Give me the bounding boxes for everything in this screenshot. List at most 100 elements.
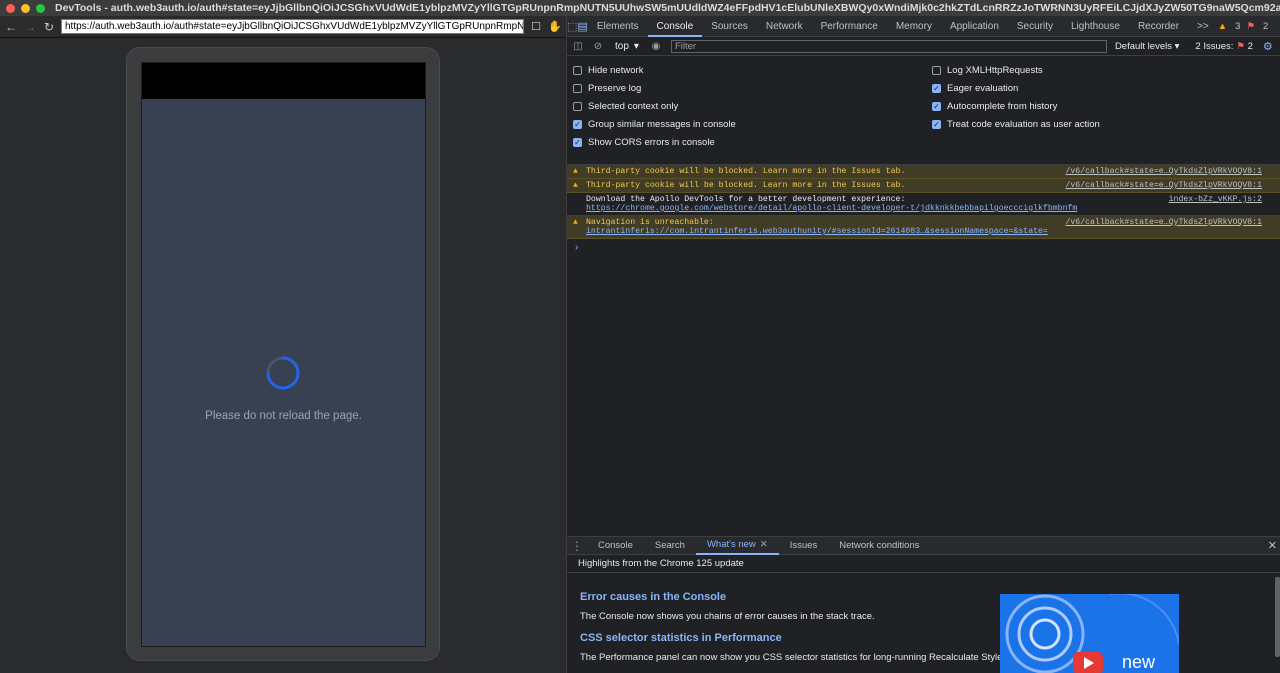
filter-input[interactable]: Filter bbox=[670, 39, 1107, 53]
chevron-down-icon: ▾ bbox=[1174, 40, 1180, 52]
issues-counter[interactable]: 2 Issues: ⚑ 2 bbox=[1195, 41, 1253, 52]
back-arrow-icon[interactable]: ← bbox=[4, 20, 18, 34]
checkbox-checked-icon: ✓ bbox=[932, 119, 941, 129]
log-levels-dropdown[interactable]: Default levels ▾ bbox=[1115, 41, 1179, 52]
whats-new-body: Error causes in the Console The Console … bbox=[567, 573, 1280, 673]
message-source-link[interactable]: /v6/callback#state=e…QyTkdsZlpVRkVOQV8:1 bbox=[1065, 181, 1262, 190]
hand-cursor-icon[interactable]: ✋ bbox=[548, 20, 562, 34]
devtools-counters[interactable]: ▲3 ⚑2 ⚙ ⋮ ✕ bbox=[1218, 21, 1280, 32]
message-source-link[interactable]: index-bZz_vKKP.js:2 bbox=[1169, 195, 1262, 204]
checkbox-checked-icon: ✓ bbox=[573, 137, 582, 147]
sidebar-toggle-icon[interactable]: ◫ bbox=[569, 38, 587, 55]
drawer-tab-console[interactable]: Console bbox=[587, 537, 644, 555]
chevron-down-icon: ▾ bbox=[633, 40, 639, 52]
console-message: ▲ Third-party cookie will be blocked. Le… bbox=[567, 165, 1280, 179]
console-message: ▲ Navigation is unreachable: intrantinfe… bbox=[567, 216, 1280, 239]
setting-label: Selected context only bbox=[588, 101, 679, 112]
tab-sources[interactable]: Sources bbox=[702, 16, 757, 37]
message-link[interactable]: intrantinferis://com.intrantinferis.web3… bbox=[586, 227, 1280, 236]
url-input[interactable]: https://auth.web3auth.io/auth#state=eyJj… bbox=[61, 19, 524, 34]
close-window-button[interactable] bbox=[6, 3, 15, 13]
drawer-tab-whats-new[interactable]: What's new ✕ bbox=[695, 537, 779, 555]
setting-label: Show CORS errors in console bbox=[588, 137, 715, 148]
console-message: ▲ Third-party cookie will be blocked. Le… bbox=[567, 179, 1280, 193]
tab-elements[interactable]: Elements bbox=[588, 16, 648, 37]
console-toolbar: ◫ ⊘ top ▾ ◉ Filter Default levels ▾ 2 Iss… bbox=[567, 37, 1280, 56]
window-controls bbox=[0, 3, 45, 13]
drawer-tab-search[interactable]: Search bbox=[644, 537, 696, 555]
checkbox-icon bbox=[573, 102, 582, 111]
device-screen: Please do not reload the page. bbox=[141, 62, 426, 647]
warning-icon: ▲ bbox=[573, 167, 578, 176]
console-prompt[interactable]: › bbox=[567, 239, 1280, 253]
message-text: Navigation is unreachable: bbox=[586, 218, 714, 227]
checkbox-checked-icon: ✓ bbox=[573, 119, 582, 129]
setting-group-similar[interactable]: ✓ Group similar messages in console bbox=[573, 119, 736, 130]
forward-arrow-icon[interactable]: → bbox=[23, 20, 37, 34]
setting-eager-eval[interactable]: ✓ Eager evaluation bbox=[932, 83, 1018, 94]
checkbox-icon bbox=[573, 84, 582, 93]
close-tab-icon[interactable]: ✕ bbox=[760, 539, 768, 550]
error-icon: ⚑ bbox=[1246, 20, 1255, 32]
loading-spinner-icon bbox=[266, 356, 300, 390]
extension-icon[interactable]: ☐ bbox=[529, 20, 543, 34]
console-settings-gear-icon[interactable]: ⚙ bbox=[1263, 40, 1273, 53]
setting-preserve-log[interactable]: Preserve log bbox=[573, 83, 641, 94]
more-tabs-button[interactable]: >> bbox=[1188, 16, 1218, 37]
thumbnail-text: new bbox=[1122, 652, 1156, 672]
message-text: Third-party cookie will be blocked. Lear… bbox=[586, 167, 906, 176]
tab-network[interactable]: Network bbox=[757, 16, 812, 37]
tab-console[interactable]: Console bbox=[647, 16, 703, 37]
tab-performance[interactable]: Performance bbox=[812, 16, 887, 37]
warning-icon: ▲ bbox=[573, 181, 578, 190]
devtools-tabbar: ⬚ ▤ Elements Console Sources Network Per… bbox=[567, 16, 1280, 37]
reload-message: Please do not reload the page. bbox=[205, 410, 362, 422]
console-settings: Hide network Preserve log Selected conte… bbox=[567, 56, 1280, 165]
tab-lighthouse[interactable]: Lighthouse bbox=[1062, 16, 1129, 37]
setting-selected-context[interactable]: Selected context only bbox=[573, 101, 678, 112]
tab-recorder[interactable]: Recorder bbox=[1129, 16, 1188, 37]
eye-icon[interactable]: ◉ bbox=[647, 38, 665, 55]
drawer-scrollbar[interactable] bbox=[1275, 577, 1280, 657]
setting-label: Preserve log bbox=[588, 83, 642, 94]
device-frame: Please do not reload the page. bbox=[126, 47, 440, 661]
checkbox-checked-icon: ✓ bbox=[932, 101, 941, 111]
address-bar: ← → ↻ https://auth.web3auth.io/auth#stat… bbox=[0, 16, 566, 38]
console-messages: ▲ Third-party cookie will be blocked. Le… bbox=[567, 165, 1280, 253]
maximize-window-button[interactable] bbox=[36, 3, 45, 13]
context-selector[interactable]: top ▾ bbox=[609, 41, 645, 52]
setting-hide-network[interactable]: Hide network bbox=[573, 65, 643, 76]
window-title: DevTools - auth.web3auth.io/auth#state=e… bbox=[55, 2, 1280, 14]
issues-count: 2 bbox=[1247, 40, 1253, 52]
clear-console-icon[interactable]: ⊘ bbox=[589, 38, 607, 55]
warning-count: 3 bbox=[1235, 20, 1241, 32]
device-toolbar-icon[interactable]: ▤ bbox=[577, 16, 587, 37]
setting-treat-user-action[interactable]: ✓ Treat code evaluation as user action bbox=[932, 119, 1100, 130]
drawer-tab-issues[interactable]: Issues bbox=[779, 537, 828, 555]
minimize-window-button[interactable] bbox=[21, 3, 30, 13]
setting-label: Treat code evaluation as user action bbox=[947, 119, 1100, 130]
setting-show-cors[interactable]: ✓ Show CORS errors in console bbox=[573, 137, 715, 148]
tab-memory[interactable]: Memory bbox=[887, 16, 941, 37]
tab-application[interactable]: Application bbox=[941, 16, 1008, 37]
drawer-tab-network-conditions[interactable]: Network conditions bbox=[828, 537, 930, 555]
message-source-link[interactable]: /v6/callback#state=e…QyTkdsZlpVRkVOQV8:1 bbox=[1065, 167, 1262, 176]
inspect-element-icon[interactable]: ⬚ bbox=[567, 16, 577, 37]
drawer-tab-label: What's new bbox=[706, 538, 756, 550]
setting-label: Group similar messages in console bbox=[588, 119, 736, 130]
checkbox-icon bbox=[573, 66, 582, 75]
whats-new-header: Highlights from the Chrome 125 update bbox=[567, 555, 1280, 573]
setting-autocomplete[interactable]: ✓ Autocomplete from history bbox=[932, 101, 1057, 112]
log-levels-label: Default levels bbox=[1114, 40, 1172, 52]
devtools-drawer: ⋮ Console Search What's new ✕ Issues Netw… bbox=[567, 536, 1280, 673]
tab-security[interactable]: Security bbox=[1008, 16, 1062, 37]
video-thumbnail[interactable]: new bbox=[1000, 594, 1179, 673]
message-text: Third-party cookie will be blocked. Lear… bbox=[586, 181, 906, 190]
message-source-link[interactable]: /v6/callback#state=e…QyTkdsZlpVRkVOQV8:1 bbox=[1065, 218, 1262, 227]
close-drawer-icon[interactable]: ✕ bbox=[1268, 539, 1280, 552]
setting-log-xhr[interactable]: Log XMLHttpRequests bbox=[932, 65, 1043, 76]
drawer-menu-icon[interactable]: ⋮ bbox=[567, 539, 587, 553]
message-link[interactable]: https://chrome.google.com/webstore/detai… bbox=[586, 204, 1280, 213]
checkbox-icon bbox=[932, 66, 941, 75]
reload-icon[interactable]: ↻ bbox=[42, 20, 56, 34]
